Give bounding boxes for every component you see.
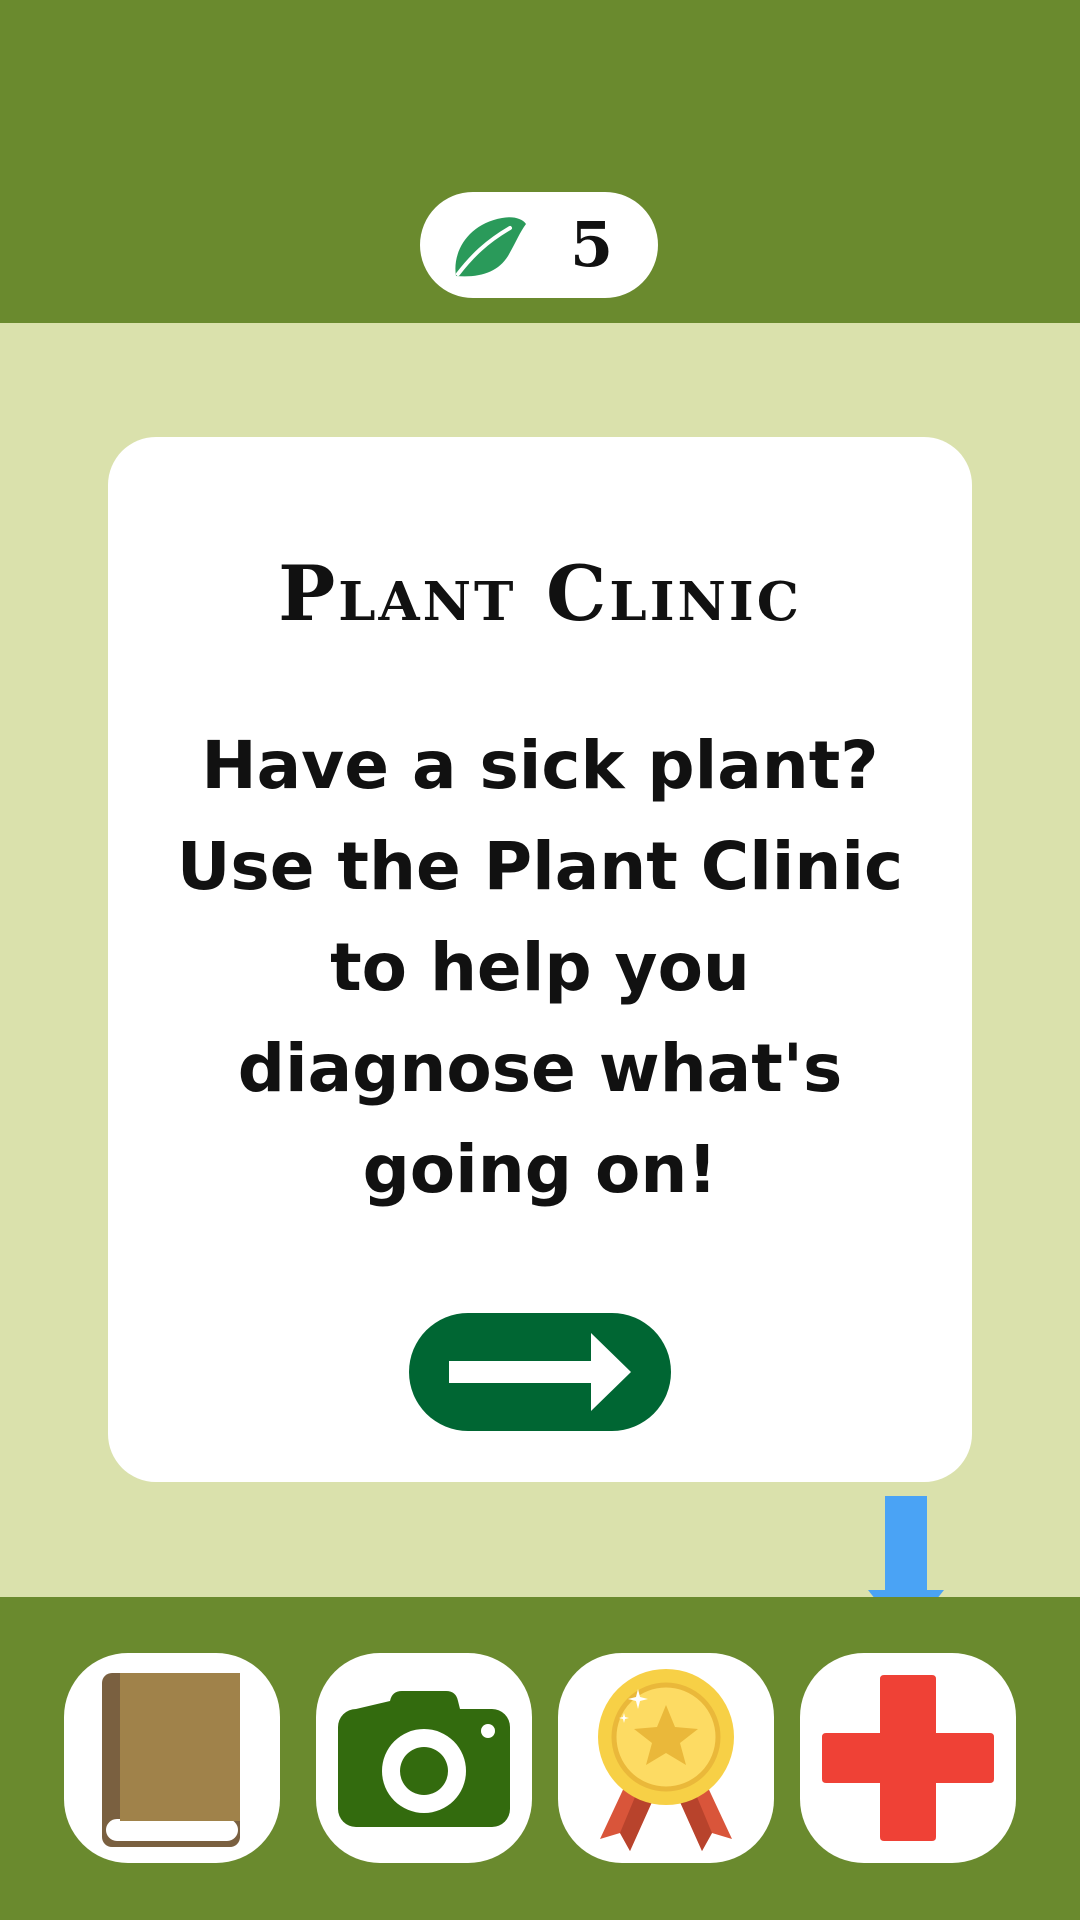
nav-awards-button[interactable] <box>558 1653 774 1863</box>
nav-book-button[interactable] <box>64 1653 280 1863</box>
plant-clinic-card: Plant Clinic Have a sick plant? Use the … <box>108 437 972 1482</box>
leaf-counter: 5 <box>420 192 658 298</box>
bottom-nav-bar <box>0 1597 1080 1920</box>
camera-icon <box>338 1691 510 1827</box>
card-title: Plant Clinic <box>278 549 802 638</box>
next-button[interactable] <box>409 1313 671 1431</box>
nav-camera-button[interactable] <box>316 1653 532 1863</box>
book-icon <box>102 1673 246 1847</box>
card-description: Have a sick plant? Use the Plant Clinic … <box>176 727 904 1208</box>
medal-icon <box>598 1669 734 1851</box>
right-arrow-icon <box>449 1333 631 1411</box>
nav-plant-clinic-button[interactable] <box>800 1653 1016 1863</box>
top-bar: 5 <box>0 0 1080 323</box>
leaf-count: 5 <box>570 208 614 281</box>
leaf-icon <box>455 217 526 277</box>
red-cross-icon <box>822 1675 994 1841</box>
